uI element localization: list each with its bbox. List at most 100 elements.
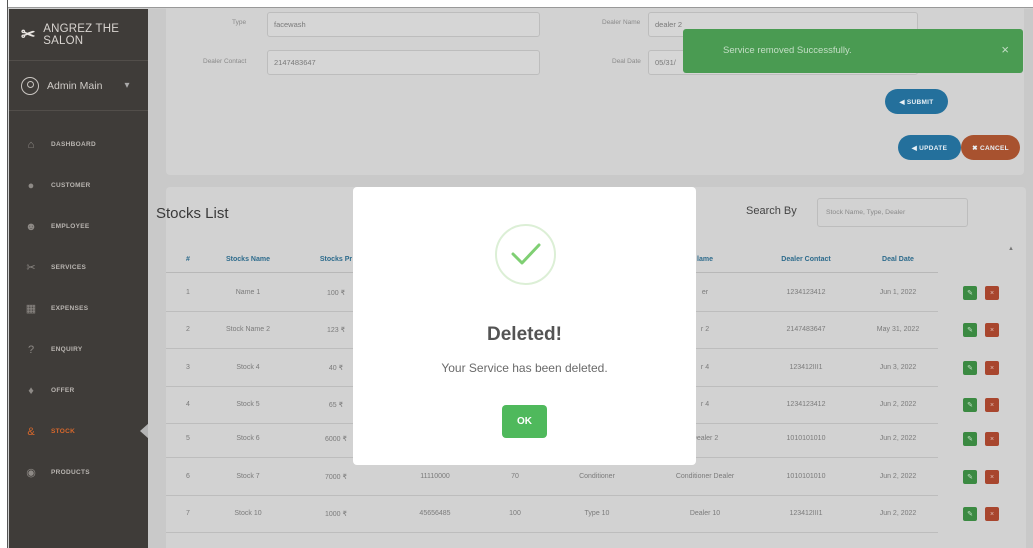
edit-icon[interactable]: ✎ bbox=[963, 286, 977, 300]
sidebar-item-label: EXPENSES bbox=[51, 305, 89, 312]
edit-icon[interactable]: ✎ bbox=[963, 470, 977, 484]
edit-icon[interactable]: ✎ bbox=[963, 361, 977, 375]
type-input[interactable]: facewash bbox=[267, 12, 540, 37]
sidebar-item-offer[interactable]: ♦ OFFER bbox=[9, 370, 148, 411]
dealer-name-label: Dealer Name bbox=[602, 19, 641, 26]
edit-icon[interactable]: ✎ bbox=[963, 507, 977, 521]
delete-icon[interactable]: × bbox=[985, 432, 999, 446]
table-cell-name: Stock 4 bbox=[236, 364, 260, 371]
table-cell-count: 70 bbox=[511, 473, 519, 480]
table-cell-type: Conditioner bbox=[579, 473, 615, 480]
delete-icon[interactable]: × bbox=[985, 323, 999, 337]
sidebar-item-services[interactable]: ✂ SERVICES bbox=[9, 247, 148, 288]
table-cell-n: 2 bbox=[186, 326, 190, 333]
calculator-icon: ▦ bbox=[25, 303, 37, 315]
update-button[interactable]: ◀ UPDATE bbox=[898, 135, 961, 160]
scissors-icon: ✂ bbox=[21, 24, 36, 44]
table-cell-price: 40 ₹ bbox=[328, 365, 344, 372]
table-cell-name: Stock 5 bbox=[236, 401, 260, 408]
sidebar-item-expenses[interactable]: ▦ EXPENSES bbox=[9, 288, 148, 329]
users-icon: ☻ bbox=[25, 220, 37, 233]
table-cell-contact: 1010101010 bbox=[786, 435, 826, 442]
table-cell-price: 100 ₹ bbox=[326, 290, 346, 297]
table-cell-name: Stock 6 bbox=[236, 435, 260, 442]
toast-message: Service removed Successfully. bbox=[723, 45, 852, 56]
table-cell-name: Stock 7 bbox=[236, 473, 260, 480]
edit-icon[interactable]: ✎ bbox=[963, 323, 977, 337]
col-stock-name: Stocks Name bbox=[226, 256, 270, 263]
dealer-contact-label: Dealer Contact bbox=[203, 58, 247, 65]
table-cell-contact: 123412III1 bbox=[789, 364, 823, 371]
table-cell-dealer: er bbox=[701, 289, 709, 296]
list-title: Stocks List bbox=[156, 205, 229, 222]
sidebar-item-label: PRODUCTS bbox=[51, 469, 90, 476]
window-left-edge bbox=[0, 0, 8, 548]
col-dealer-contact: Dealer Contact bbox=[781, 256, 831, 263]
type-label: Type bbox=[232, 19, 247, 26]
table-cell-price: 6000 ₹ bbox=[325, 436, 347, 443]
sidebar-item-label: STOCK bbox=[51, 428, 76, 435]
submit-button[interactable]: ◀ SUBMIT bbox=[885, 89, 948, 114]
table-cell-n: 3 bbox=[186, 364, 190, 371]
table-cell-contact: 1234123412 bbox=[786, 289, 826, 296]
window-top-edge bbox=[0, 0, 1033, 8]
brand[interactable]: ✂ ANGREZ THE SALON bbox=[9, 9, 148, 61]
sidebar-item-customer[interactable]: ● CUSTOMER bbox=[9, 165, 148, 206]
sidebar-item-dashboard[interactable]: ⌂ DASHBOARD bbox=[9, 124, 148, 165]
table-cell-contact: 1010101010 bbox=[786, 473, 826, 480]
sidebar-item-label: EMPLOYEE bbox=[51, 223, 90, 230]
delete-icon[interactable]: × bbox=[985, 470, 999, 484]
table-cell-n: 6 bbox=[186, 473, 190, 480]
product-icon: ◉ bbox=[26, 467, 36, 479]
sidebar-item-employee[interactable]: ☻ EMPLOYEE bbox=[9, 206, 148, 247]
close-icon[interactable]: × bbox=[1001, 42, 1009, 57]
sidebar-item-label: SERVICES bbox=[51, 264, 87, 271]
col-stock-price: Stocks Pr bbox=[319, 256, 353, 263]
sidebar-item-stock[interactable]: & STOCK bbox=[9, 411, 149, 452]
edit-icon[interactable]: ✎ bbox=[963, 432, 977, 446]
sidebar-item-enquiry[interactable]: ? ENQUIRY bbox=[9, 329, 148, 370]
table-cell-n: 7 bbox=[186, 510, 190, 517]
cancel-button[interactable]: ✖ CANCEL bbox=[961, 135, 1020, 160]
table-cell-name: Stock Name 2 bbox=[226, 326, 270, 333]
scissors-icon: ✂ bbox=[26, 262, 36, 274]
table-cell-dealer: r 4 bbox=[700, 401, 710, 408]
user-icon bbox=[21, 76, 39, 95]
dialog-title: Deleted! bbox=[487, 324, 562, 345]
table-cell-contact: 2147483647 bbox=[786, 326, 826, 333]
deal-date-label: Deal Date bbox=[612, 58, 641, 65]
table-cell-type: Type 10 bbox=[584, 510, 610, 517]
table-cell-contact: 1234123412 bbox=[786, 401, 826, 408]
sidebar-item-products[interactable]: ◉ PRODUCTS bbox=[9, 452, 148, 493]
dialog-text: Your Service has been deleted. bbox=[441, 361, 608, 375]
table-cell-date: May 31, 2022 bbox=[876, 326, 920, 333]
delete-icon[interactable]: × bbox=[985, 361, 999, 375]
table-cell-price: 123 ₹ bbox=[326, 327, 346, 334]
caret-down-icon: ▾ bbox=[124, 80, 130, 91]
dealer-contact-input[interactable]: 2147483647 bbox=[267, 50, 540, 75]
table-cell-date: Jun 1, 2022 bbox=[879, 289, 917, 296]
table-cell-date: Jun 2, 2022 bbox=[879, 510, 917, 517]
success-check-icon bbox=[495, 224, 556, 285]
scroll-up-arrow[interactable]: ▲ bbox=[1008, 246, 1016, 258]
table-cell-count: 100 bbox=[509, 510, 521, 517]
delete-icon[interactable]: × bbox=[985, 507, 999, 521]
user-menu[interactable]: Admin Main ▾ bbox=[9, 61, 148, 111]
search-input[interactable]: Stock Name, Type, Dealer bbox=[817, 198, 968, 227]
stock-icon: & bbox=[27, 425, 35, 438]
table-cell-qty: 11110000 bbox=[420, 473, 450, 480]
brand-name: ANGREZ THE SALON bbox=[43, 22, 120, 47]
edit-icon[interactable]: ✎ bbox=[963, 398, 977, 412]
sidebar-item-label: OFFER bbox=[51, 387, 75, 394]
delete-icon[interactable]: × bbox=[985, 286, 999, 300]
delete-icon[interactable]: × bbox=[985, 398, 999, 412]
table-cell-dealer: r 2 bbox=[700, 326, 710, 333]
table-cell-n: 4 bbox=[186, 401, 190, 408]
ok-button[interactable]: OK bbox=[502, 405, 547, 438]
table-cell-dealer: Conditioner Dealer bbox=[675, 473, 735, 480]
table-cell-price: 7000 ₹ bbox=[325, 474, 347, 481]
sidebar: ✂ ANGREZ THE SALON Admin Main ▾ ⌂ DASHBOA… bbox=[9, 9, 149, 548]
user-icon: ● bbox=[27, 179, 35, 192]
sidebar-item-label: CUSTOMER bbox=[51, 182, 91, 189]
table-row bbox=[166, 532, 938, 533]
